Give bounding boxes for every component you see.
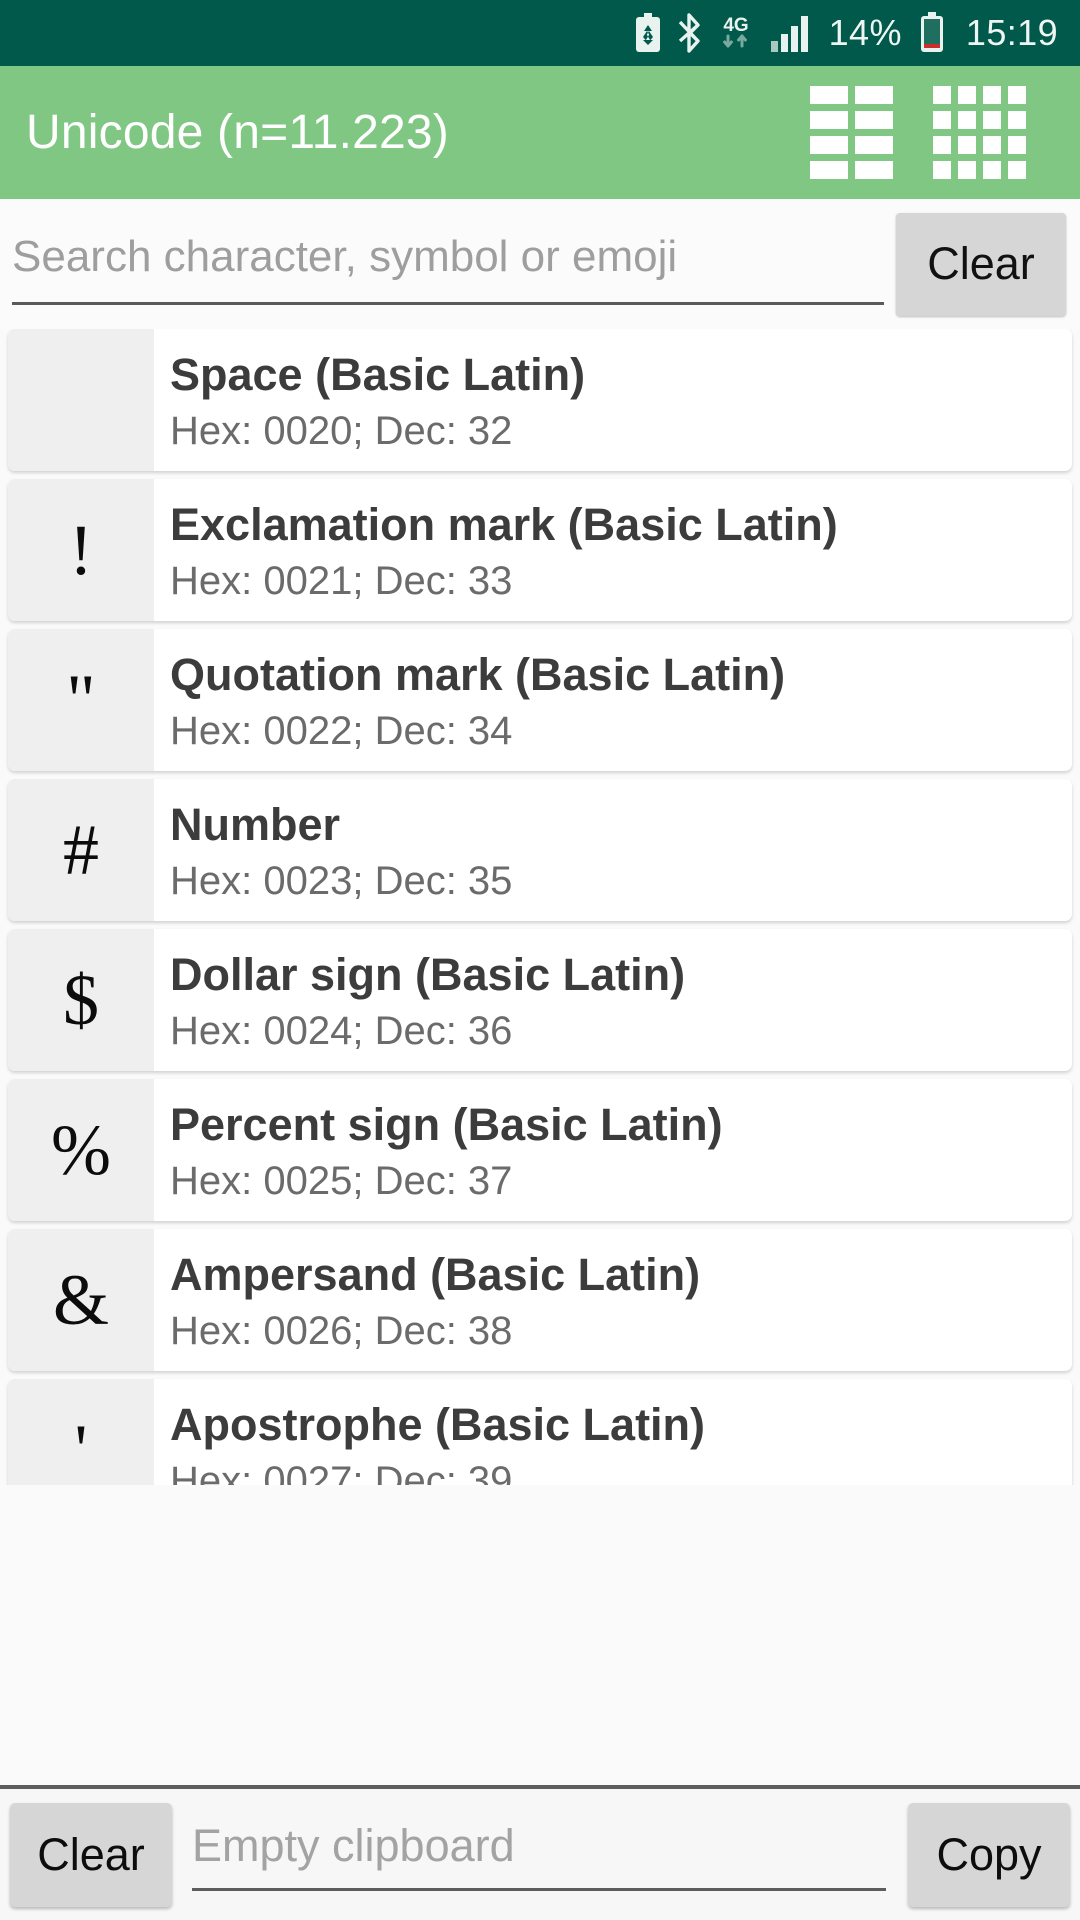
character-info: Space (Basic Latin) Hex: 0020; Dec: 32 <box>154 329 1072 471</box>
list-item[interactable]: # Number Hex: 0023; Dec: 35 <box>8 779 1072 921</box>
character-codes: Hex: 0022; Dec: 34 <box>170 709 513 754</box>
list-item[interactable]: Space (Basic Latin) Hex: 0020; Dec: 32 <box>8 329 1072 471</box>
character-name: Exclamation mark (Basic Latin) <box>170 498 838 550</box>
character-name: Number <box>170 798 341 850</box>
character-glyph: " <box>8 629 154 771</box>
4g-data-icon: 4G <box>722 15 748 48</box>
character-codes: Hex: 0027; Dec: 39 <box>170 1459 513 1485</box>
clipboard-input[interactable] <box>186 1819 892 1890</box>
battery-icon <box>920 12 943 52</box>
list-item[interactable]: % Percent sign (Basic Latin) Hex: 0025; … <box>8 1079 1072 1221</box>
clipboard-clear-button[interactable]: Clear <box>10 1802 172 1907</box>
character-glyph: & <box>8 1229 154 1371</box>
clock-label: 15:19 <box>965 12 1058 53</box>
character-info: Number Hex: 0023; Dec: 35 <box>154 779 1072 921</box>
list-item[interactable]: " Quotation mark (Basic Latin) Hex: 0022… <box>8 629 1072 771</box>
signal-bars-icon <box>770 16 808 52</box>
character-glyph <box>8 329 154 471</box>
character-codes: Hex: 0024; Dec: 36 <box>170 1009 513 1054</box>
bluetooth-icon <box>678 13 700 53</box>
character-glyph: $ <box>8 929 154 1071</box>
character-list[interactable]: Space (Basic Latin) Hex: 0020; Dec: 32 !… <box>0 329 1080 1485</box>
character-glyph: % <box>8 1079 154 1221</box>
character-name: Dollar sign (Basic Latin) <box>170 948 686 1000</box>
character-info: Dollar sign (Basic Latin) Hex: 0024; Dec… <box>154 929 1072 1071</box>
character-codes: Hex: 0025; Dec: 37 <box>170 1159 513 1204</box>
clipboard-copy-button[interactable]: Copy <box>908 1802 1070 1907</box>
page-title: Unicode (n=11.223) <box>26 106 449 159</box>
character-info: Percent sign (Basic Latin) Hex: 0025; De… <box>154 1079 1072 1221</box>
battery-saver-icon <box>635 13 660 52</box>
list-item[interactable]: $ Dollar sign (Basic Latin) Hex: 0024; D… <box>8 929 1072 1071</box>
clipboard-underline <box>192 1887 886 1891</box>
battery-percent-label: 14% <box>828 12 902 53</box>
search-input[interactable] <box>8 232 896 296</box>
character-glyph: ' <box>8 1379 154 1485</box>
search-field <box>8 209 896 319</box>
grid-view-icon[interactable] <box>933 86 1026 179</box>
search-clear-button[interactable]: Clear <box>896 212 1066 316</box>
character-info: Ampersand (Basic Latin) Hex: 0026; Dec: … <box>154 1229 1072 1371</box>
character-glyph: ! <box>8 479 154 621</box>
character-codes: Hex: 0021; Dec: 33 <box>170 559 513 604</box>
app-bar-actions <box>810 86 1048 179</box>
character-codes: Hex: 0020; Dec: 32 <box>170 409 513 454</box>
character-info: Apostrophe (Basic Latin) Hex: 0027; Dec:… <box>154 1379 1072 1485</box>
character-name: Ampersand (Basic Latin) <box>170 1248 701 1300</box>
character-glyph: # <box>8 779 154 921</box>
bottom-bar: Clear Copy <box>0 1785 1080 1920</box>
character-name: Percent sign (Basic Latin) <box>170 1098 723 1150</box>
character-info: Exclamation mark (Basic Latin) Hex: 0021… <box>154 479 1072 621</box>
list-view-icon[interactable] <box>810 86 893 179</box>
character-codes: Hex: 0026; Dec: 38 <box>170 1309 513 1354</box>
character-name: Quotation mark (Basic Latin) <box>170 648 786 700</box>
list-item[interactable]: ' Apostrophe (Basic Latin) Hex: 0027; De… <box>8 1379 1072 1485</box>
status-bar-icons: 4G 14% 15:19 <box>635 12 1058 54</box>
character-codes: Hex: 0023; Dec: 35 <box>170 859 513 904</box>
search-underline <box>12 302 884 305</box>
svg-text:4G: 4G <box>723 15 748 36</box>
list-item[interactable]: ! Exclamation mark (Basic Latin) Hex: 00… <box>8 479 1072 621</box>
status-bar: 4G 14% 15:19 <box>0 0 1080 66</box>
character-name: Apostrophe (Basic Latin) <box>170 1398 706 1450</box>
search-row: Clear <box>0 199 1080 329</box>
app-bar: Unicode (n=11.223) <box>0 66 1080 199</box>
list-item[interactable]: & Ampersand (Basic Latin) Hex: 0026; Dec… <box>8 1229 1072 1371</box>
character-info: Quotation mark (Basic Latin) Hex: 0022; … <box>154 629 1072 771</box>
character-name: Space (Basic Latin) <box>170 348 586 400</box>
clipboard-field <box>186 1803 892 1907</box>
